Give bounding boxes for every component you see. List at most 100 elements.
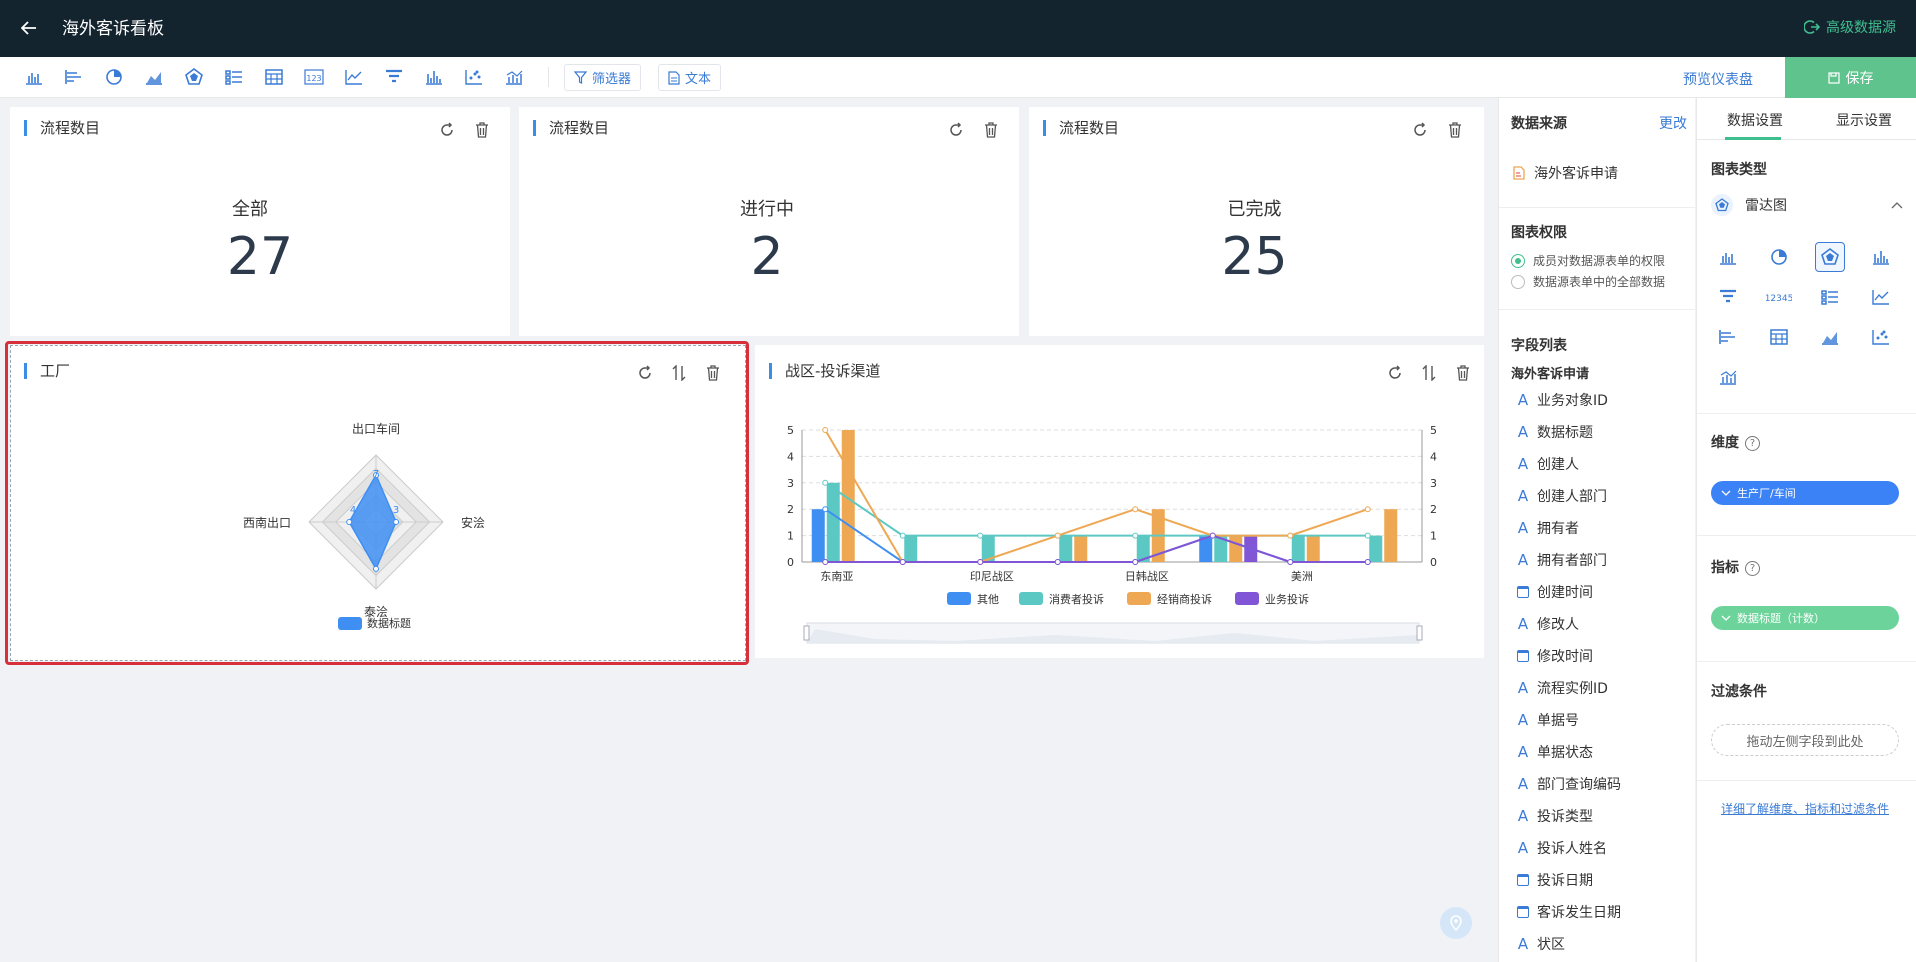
legend-label: 经销商投诉 (1157, 592, 1212, 606)
number-card-icon[interactable]: 123 (301, 65, 327, 89)
chart-type-selected: 雷达图 (1745, 198, 1787, 214)
table-icon[interactable] (1764, 322, 1794, 352)
funnel-chart-icon[interactable] (381, 65, 407, 89)
save-icon (1827, 71, 1840, 84)
field-item[interactable]: A 数据标题 (1517, 422, 1593, 442)
combo-chart-icon[interactable] (1713, 362, 1743, 392)
field-item[interactable]: 创建时间 (1517, 582, 1593, 602)
bar-chart-icon[interactable] (21, 65, 47, 89)
table-icon[interactable] (261, 65, 287, 89)
line-point (1287, 559, 1294, 565)
filter-drop-zone[interactable]: 拖动左侧字段到此处 (1711, 724, 1899, 756)
advanced-data-source-link[interactable]: 高级数据源 (1804, 17, 1896, 37)
column-chart-icon[interactable] (421, 65, 447, 89)
area-chart-icon[interactable] (141, 65, 167, 89)
permission-radio-member[interactable]: 成员对数据源表单的权限 (1511, 252, 1665, 269)
field-label: 投诉人姓名 (1537, 841, 1607, 857)
field-item[interactable]: A 投诉类型 (1517, 806, 1593, 826)
y-tick-label: 2 (787, 503, 794, 516)
preview-dashboard-link[interactable]: 预览仪表盘 (1683, 69, 1753, 89)
zoom-handle-right[interactable] (1416, 625, 1423, 641)
line-point (822, 479, 829, 486)
kpi-value: 2 (750, 227, 784, 287)
field-item[interactable]: A 部门查询编码 (1517, 774, 1621, 794)
help-icon[interactable]: ? (1745, 560, 1760, 576)
trash-icon[interactable] (473, 121, 491, 139)
field-label: 修改人 (1537, 617, 1579, 633)
save-button[interactable]: 保存 (1785, 57, 1916, 98)
combo-chart-card[interactable]: 战区-投诉渠道 0 1 2 3 4 5 0 1 2 3 4 5 东南亚 印尼战区 日韩战区 美洲 其他 消费者投诉… (755, 345, 1484, 658)
refresh-icon[interactable] (438, 121, 456, 139)
help-link[interactable]: 详细了解维度、指标和过滤条件 (1721, 800, 1889, 817)
line-point (1364, 506, 1371, 513)
field-item[interactable]: A 拥有者部门 (1517, 550, 1607, 570)
tab-display-settings[interactable]: 显示设置 (1836, 110, 1892, 130)
line-point (822, 427, 829, 433)
field-item[interactable]: A 单据状态 (1517, 742, 1593, 762)
horizontal-bar-icon[interactable] (61, 65, 87, 89)
pie-chart-icon[interactable] (101, 65, 127, 89)
y-tick-label: 4 (787, 450, 794, 463)
text-field-icon: A (1517, 487, 1529, 505)
line-chart-icon[interactable] (341, 65, 367, 89)
filter-button[interactable]: 筛选器 (564, 64, 642, 91)
radar-chart-card[interactable]: 工厂 出口车间 安浍 泰浍 西南出口 7 3 4 数据标题 (10, 345, 746, 661)
chart-type-select[interactable]: 雷达图 (1711, 194, 1903, 216)
field-item[interactable]: 修改时间 (1517, 646, 1593, 666)
zoom-handle-left[interactable] (803, 625, 810, 641)
help-icon[interactable]: ? (1745, 435, 1760, 451)
field-item[interactable]: A 单据号 (1517, 710, 1579, 730)
list-chart-icon[interactable] (221, 65, 247, 89)
back-arrow-icon[interactable] (18, 14, 40, 42)
area-chart-icon[interactable] (1815, 322, 1845, 352)
column-chart-icon[interactable] (1866, 242, 1896, 272)
field-item[interactable]: A 流程实例ID (1517, 678, 1608, 698)
line-point (1132, 559, 1139, 565)
kpi-card-all[interactable]: 流程数目 全部 27 (10, 107, 510, 336)
field-item[interactable]: A 拥有者 (1517, 518, 1579, 538)
radar-chart-icon[interactable] (181, 65, 207, 89)
legend-label: 业务投诉 (1265, 592, 1309, 606)
field-item[interactable]: A 业务对象ID (1517, 390, 1608, 410)
field-list-heading: 字段列表 (1511, 338, 1567, 354)
combo-chart-icon[interactable] (501, 65, 527, 89)
scatter-chart-icon[interactable] (1866, 322, 1896, 352)
text-button[interactable]: 文本 (658, 64, 722, 91)
field-label: 创建人部门 (1537, 489, 1607, 505)
field-item[interactable]: A 状区 (1517, 934, 1565, 954)
permission-radio-all[interactable]: 数据源表单中的全部数据 (1511, 273, 1665, 290)
trash-icon[interactable] (1446, 121, 1464, 139)
field-item[interactable]: A 投诉人姓名 (1517, 838, 1607, 858)
number-card-icon[interactable]: 12345 (1764, 282, 1794, 312)
field-item[interactable]: A 创建人部门 (1517, 486, 1607, 506)
field-item[interactable]: 投诉日期 (1517, 870, 1593, 890)
bar-chart-icon[interactable] (1713, 242, 1743, 272)
line-point (1132, 506, 1139, 513)
legend-swatch (1127, 592, 1151, 605)
horizontal-bar-icon[interactable] (1713, 322, 1743, 352)
dimension-pill[interactable]: 生产厂/车间 (1711, 481, 1899, 505)
refresh-icon[interactable] (1411, 121, 1429, 139)
refresh-icon[interactable] (947, 121, 965, 139)
pie-chart-icon[interactable] (1764, 242, 1794, 272)
change-source-link[interactable]: 更改 (1659, 113, 1687, 133)
tab-data-settings[interactable]: 数据设置 (1727, 110, 1783, 130)
kpi-card-completed[interactable]: 流程数目 已完成 25 (1029, 107, 1484, 336)
field-item[interactable]: A 修改人 (1517, 614, 1579, 634)
metric-pill[interactable]: 数据标题（计数） (1711, 606, 1899, 630)
data-source-item[interactable]: 海外客诉申请 (1513, 163, 1618, 183)
field-item[interactable]: 客诉发生日期 (1517, 902, 1621, 922)
line-chart-icon[interactable] (1866, 282, 1896, 312)
scatter-chart-icon[interactable] (461, 65, 487, 89)
radar-chart-icon[interactable] (1815, 242, 1845, 272)
field-item[interactable]: A 创建人 (1517, 454, 1579, 474)
location-pin-icon[interactable] (1440, 907, 1472, 939)
trash-icon[interactable] (982, 121, 1000, 139)
kpi-card-in-progress[interactable]: 流程数目 进行中 2 (519, 107, 1019, 336)
y2-tick-label: 1 (1430, 530, 1437, 543)
list-chart-icon[interactable] (1815, 282, 1845, 312)
divider (1697, 780, 1916, 781)
radio-label: 成员对数据源表单的权限 (1533, 254, 1666, 268)
funnel-chart-icon[interactable] (1713, 282, 1743, 312)
y-tick-label: 3 (787, 477, 794, 490)
